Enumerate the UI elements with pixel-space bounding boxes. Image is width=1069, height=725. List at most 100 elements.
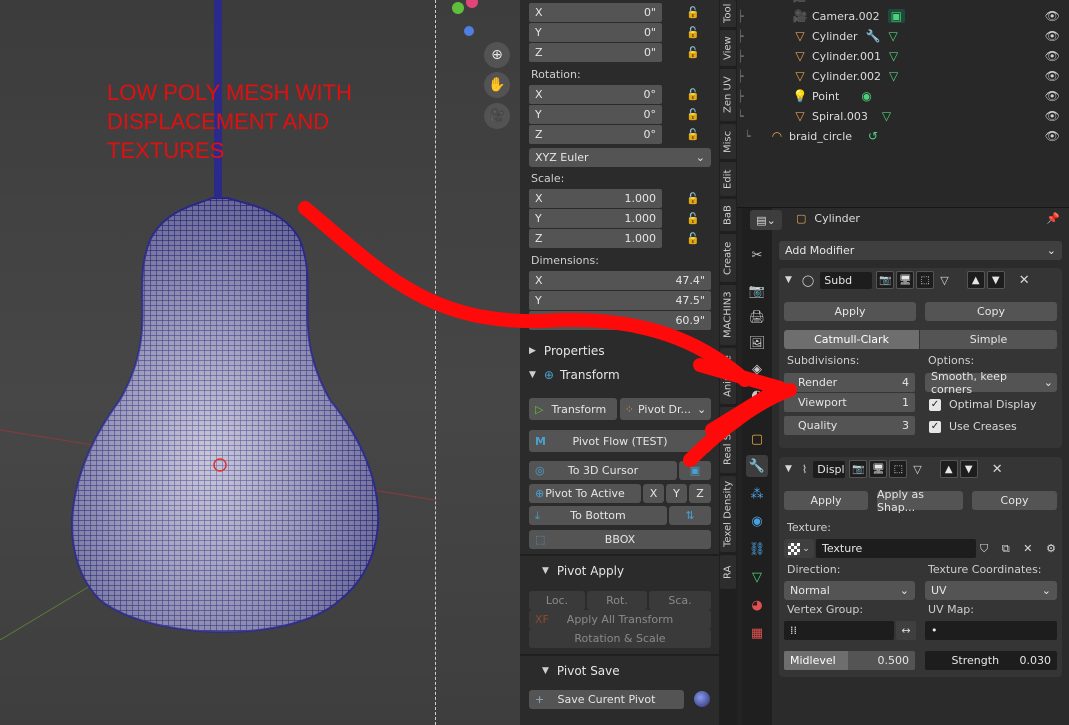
- location-y-field[interactable]: Y 0": [529, 23, 662, 42]
- subsurf-header[interactable]: ▼ ◯ Subd 📷 🖥 ⬚ ▽ ▲ ▼ ✕: [779, 268, 1062, 292]
- apply-all-transform-button[interactable]: XF Apply All Transform: [529, 610, 711, 629]
- viewport-toggle-icon[interactable]: 🖥: [896, 271, 915, 289]
- subsurf-copy-button[interactable]: Copy: [925, 302, 1057, 321]
- outliner-row[interactable]: ┝ ▽ Cylinder 🔧 ▽ 👁: [737, 26, 1069, 46]
- apply-rotation-button[interactable]: Rot.: [587, 591, 647, 610]
- outliner-row[interactable]: ┝ 🎥 Camera.002 ▣ 👁: [737, 6, 1069, 26]
- location-x-field[interactable]: X 0": [529, 3, 662, 22]
- displace-apply-button[interactable]: Apply: [784, 491, 868, 510]
- displace-header[interactable]: ▼ ⌇ Displ 📷 🖥 ⬚ ▽ ▲ ▼ ✕: [779, 457, 1062, 481]
- texture-browse-button[interactable]: ⌄: [784, 539, 814, 558]
- pivot-flow-button[interactable]: M Pivot Flow (TEST): [529, 430, 711, 452]
- scene-icon[interactable]: ◈: [746, 358, 768, 380]
- scale-x-field[interactable]: X 1.000: [529, 189, 662, 208]
- axis-z-button[interactable]: Z: [689, 484, 711, 503]
- eye-icon[interactable]: 👁: [1045, 109, 1060, 123]
- eye-icon[interactable]: 👁: [1045, 69, 1060, 83]
- tab-ra[interactable]: RA: [720, 555, 736, 589]
- scale-z-field[interactable]: Z 1.000: [529, 229, 662, 248]
- render-icon[interactable]: 📷: [746, 280, 768, 302]
- eye-icon[interactable]: 👁: [1045, 49, 1060, 63]
- camera-view-icon[interactable]: 🎥: [484, 103, 510, 129]
- lock-icon[interactable]: 🔓: [686, 108, 700, 122]
- tab-misc[interactable]: Misc: [720, 124, 736, 159]
- material-icon[interactable]: ◕: [746, 594, 768, 616]
- outliner-row[interactable]: ┝ ▽ Cylinder.001 ▽ 👁: [737, 46, 1069, 66]
- apply-as-shape-button[interactable]: Apply as Shap...: [877, 488, 963, 514]
- direction-select[interactable]: Normal ⌄: [784, 581, 915, 600]
- editor-type-button[interactable]: ▤⌄: [750, 210, 782, 230]
- eye-icon[interactable]: 👁: [1045, 129, 1060, 143]
- strength-field[interactable]: Strength 0.030: [925, 651, 1057, 670]
- pin-icon[interactable]: 📌: [1046, 212, 1060, 225]
- zoom-icon[interactable]: ⊕: [484, 42, 510, 68]
- axis-y-button[interactable]: Y: [666, 484, 687, 503]
- world-icon[interactable]: ◐: [746, 384, 768, 406]
- close-icon[interactable]: ✕: [1019, 273, 1030, 288]
- collapse-arrow-icon[interactable]: ▼: [785, 275, 792, 285]
- outliner-row[interactable]: ┕ ▽ Spiral.003 ▽ 👁: [737, 106, 1069, 126]
- to-3d-cursor-button[interactable]: ◎ To 3D Cursor: [529, 461, 677, 480]
- texture-coordinates-select[interactable]: UV ⌄: [925, 581, 1057, 600]
- catmull-clark-button[interactable]: Catmull-Clark: [784, 330, 919, 349]
- rotation-y-field[interactable]: Y 0°: [529, 105, 662, 124]
- mesh-data-icon[interactable]: ▽: [746, 566, 768, 588]
- tab-machin3[interactable]: MACHIN3: [720, 285, 736, 345]
- bottom-options-button[interactable]: ⇅: [669, 506, 711, 525]
- viewport-toggle-icon[interactable]: 🖥: [869, 460, 888, 478]
- dimensions-y-field[interactable]: Y 47.5": [529, 291, 711, 310]
- duplicate-icon[interactable]: ⧉: [1002, 542, 1010, 556]
- lock-icon[interactable]: 🔓: [686, 212, 700, 226]
- save-pivot-button[interactable]: + Save Curent Pivot: [529, 690, 684, 709]
- gizmo-x-axis[interactable]: [466, 0, 478, 8]
- particles-icon[interactable]: ⁂: [746, 483, 768, 505]
- lock-icon[interactable]: 🔓: [686, 128, 700, 142]
- lock-icon[interactable]: 🔓: [686, 232, 700, 246]
- apply-rotation-scale-button[interactable]: Rotation & Scale: [529, 629, 711, 648]
- editmode-toggle-icon[interactable]: ⬚: [916, 271, 935, 289]
- scale-y-field[interactable]: Y 1.000: [529, 209, 662, 228]
- render-levels-field[interactable]: Render 4: [784, 373, 915, 392]
- tab-create[interactable]: Create: [720, 234, 736, 282]
- apply-location-button[interactable]: Loc.: [529, 591, 585, 610]
- modifier-name-field[interactable]: Displ: [813, 460, 846, 478]
- tab-animate[interactable]: Animate: [720, 348, 736, 404]
- displace-copy-button[interactable]: Copy: [972, 491, 1057, 510]
- quality-field[interactable]: Quality 3: [784, 416, 915, 435]
- object-icon[interactable]: ▢: [746, 428, 768, 450]
- outliner-row[interactable]: ┝ ▽ Cylinder.002 ▽ 👁: [737, 66, 1069, 86]
- tab-real-snap[interactable]: Real Snap: [720, 407, 736, 473]
- lock-icon[interactable]: 🔓: [686, 192, 700, 206]
- subsurf-apply-button[interactable]: Apply: [784, 302, 916, 321]
- pivot-transform-header[interactable]: ▼ ⊕ Transform: [529, 368, 620, 382]
- properties-panel-header[interactable]: ▶ Properties: [529, 344, 605, 358]
- viewport-levels-field[interactable]: Viewport 1: [784, 393, 915, 412]
- output-icon[interactable]: 🖨: [746, 306, 768, 328]
- use-creases-checkbox[interactable]: ✓ Use Creases: [929, 420, 1017, 433]
- pivot-apply-header[interactable]: ▼ Pivot Apply: [542, 564, 624, 578]
- tab-texel-density[interactable]: Texel Density: [720, 476, 736, 552]
- invert-arrows-icon[interactable]: ↔: [896, 621, 916, 640]
- gizmo-y-axis[interactable]: [452, 2, 464, 14]
- texture-icon[interactable]: ▦: [746, 622, 768, 644]
- rotation-z-field[interactable]: Z 0°: [529, 125, 662, 144]
- cursor-options-button[interactable]: ▣: [679, 461, 711, 480]
- pivot-drop-button[interactable]: ⁘ Pivot Dr... ⌄: [620, 398, 711, 420]
- add-modifier-select[interactable]: Add Modifier ⌄: [779, 241, 1062, 260]
- pan-hand-icon[interactable]: ✋: [484, 72, 510, 98]
- lock-icon[interactable]: 🔓: [686, 6, 700, 20]
- gizmo-z-axis[interactable]: [464, 26, 474, 36]
- outliner-row[interactable]: ┝ 💡 Point ◉ 👁: [737, 86, 1069, 106]
- dimensions-z-field[interactable]: Z 60.9": [529, 311, 711, 330]
- cage-toggle-icon[interactable]: ▽: [940, 274, 948, 287]
- view-layer-icon[interactable]: 🖼: [746, 332, 768, 354]
- vertex-group-field[interactable]: ⁞⁞: [784, 621, 894, 640]
- location-z-field[interactable]: Z 0": [529, 43, 662, 62]
- globe-icon[interactable]: [694, 691, 710, 707]
- eye-icon[interactable]: 👁: [1045, 9, 1060, 23]
- midlevel-slider[interactable]: Midlevel 0.500: [784, 651, 915, 670]
- lock-icon[interactable]: 🔓: [686, 46, 700, 60]
- apply-scale-button[interactable]: Sca.: [649, 591, 711, 610]
- editmode-toggle-icon[interactable]: ⬚: [889, 460, 908, 478]
- uv-smooth-select[interactable]: Smooth, keep corners ⌄: [925, 370, 1057, 396]
